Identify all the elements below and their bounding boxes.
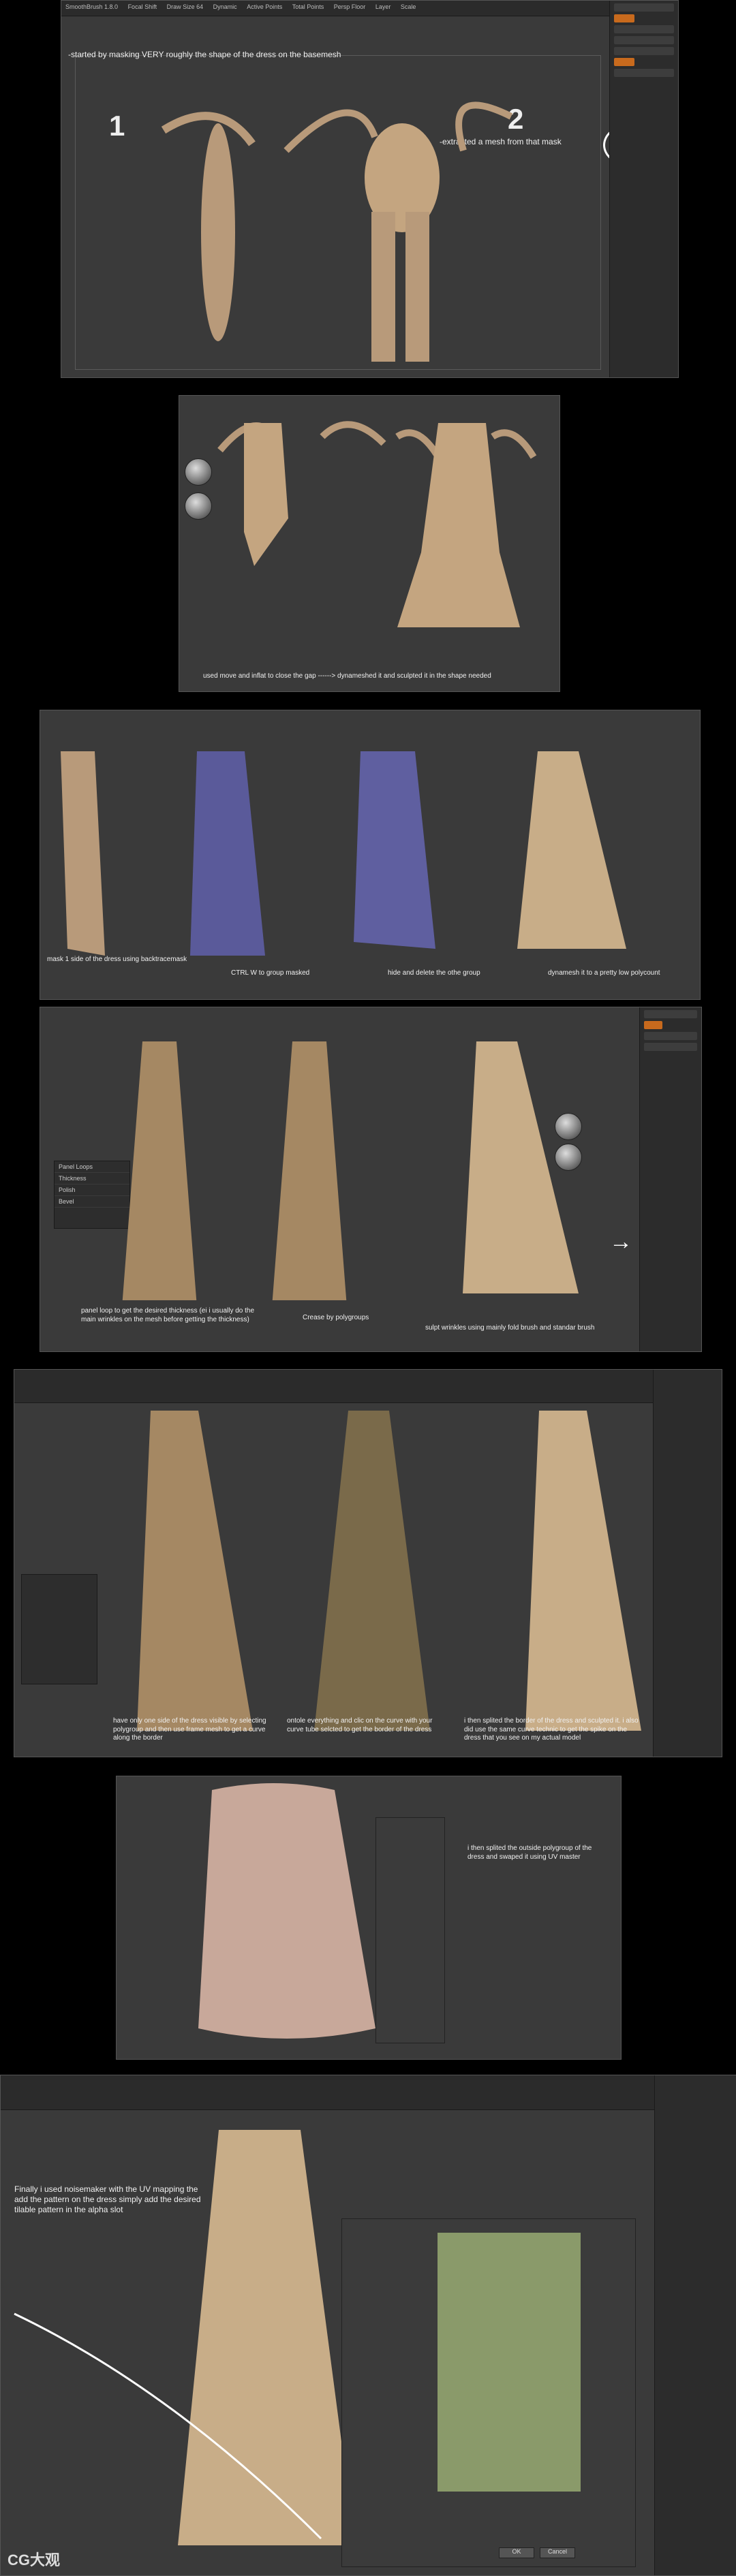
toolbar-item[interactable]: Draw Size 64: [163, 1, 208, 13]
label-hide-delete: hide and delete the othe group: [388, 969, 480, 977]
arrow-icon: →: [609, 1229, 632, 1255]
toolbar-item[interactable]: Scale: [397, 1, 420, 13]
toolbar: [14, 1370, 722, 1403]
right-sidebar: [609, 1, 678, 377]
sidebar-row[interactable]: [614, 14, 634, 22]
noisemaker-dialog[interactable]: OK Cancel: [341, 2218, 636, 2567]
fold-brush-icon[interactable]: [555, 1113, 582, 1140]
right-sidebar: [653, 1370, 722, 1757]
sidebar-row[interactable]: [614, 3, 674, 12]
cancel-button[interactable]: Cancel: [540, 2547, 575, 2558]
ok-button[interactable]: OK: [499, 2547, 534, 2558]
toolbar-item[interactable]: Focal Shift: [124, 1, 162, 13]
curve-meshes: [137, 1411, 641, 1731]
tool-palette[interactable]: [21, 1574, 97, 1684]
sidebar-row[interactable]: [614, 47, 674, 55]
toolbar-item[interactable]: Persp Floor: [330, 1, 370, 13]
panel-2-close-gap: used move and inflat to close the gap --…: [179, 395, 560, 692]
flattened-uv-mesh: [198, 1783, 375, 2039]
toolbar-item[interactable]: SmoothBrush 1.8.0: [61, 1, 122, 13]
label-mask-side: mask 1 side of the dress using backtrace…: [47, 956, 187, 963]
label-frame-mesh: have only one side of the dress visible …: [113, 1717, 266, 1742]
sidebar-row[interactable]: [644, 1021, 662, 1029]
sidebar-row[interactable]: [614, 25, 674, 33]
toolbar-item: Total Points: [292, 3, 324, 10]
watermark-logo: CG大观: [7, 2551, 61, 2569]
sidebar-row[interactable]: [644, 1043, 697, 1051]
panel-6-uv-master: i then splited the outside polygroup of …: [116, 1776, 622, 2060]
dress-meshes: [217, 421, 537, 627]
right-sidebar: [639, 1007, 701, 1351]
sidebar-row[interactable]: [614, 36, 674, 44]
toolbar-item: Active Points: [247, 3, 283, 10]
panel-7-noisemaker: Finally i used noisemaker with the UV ma…: [0, 2075, 736, 2576]
basemesh-figures: [161, 101, 513, 362]
panel-1-masking: SmoothBrush 1.8.0 Focal Shift Draw Size …: [61, 0, 679, 378]
pattern-preview: [438, 2233, 581, 2492]
sidebar-row[interactable]: [644, 1032, 697, 1040]
thickness-meshes: [122, 1041, 579, 1300]
label-curve-tube: ontole everything and clic on the curve …: [287, 1717, 433, 1733]
label-split-border: i then splited the border of the dress a…: [464, 1717, 639, 1742]
label-noisemaker: Finally i used noisemaker with the UV ma…: [14, 2184, 201, 2214]
toolbar-item[interactable]: Dynamic: [209, 1, 241, 13]
label-panel-loop: panel loop to get the desired thickness …: [81, 1307, 255, 1323]
panel-5-curves: have only one side of the dress visible …: [14, 1369, 722, 1757]
toolbar-item[interactable]: Layer: [371, 1, 395, 13]
caption-close-gap: used move and inflat to close the gap --…: [203, 672, 491, 680]
panel-4-thickness: Panel Loops Thickness Polish Bevel → pan…: [40, 1007, 702, 1352]
right-sidebar: [654, 2075, 736, 2575]
toolbar: SmoothBrush 1.8.0 Focal Shift Draw Size …: [61, 1, 678, 16]
label-ctrl-w: CTRL W to group masked: [231, 969, 310, 977]
sidebar-row[interactable]: [644, 1010, 697, 1018]
label-dynamesh: dynamesh it to a pretty low polycount: [548, 969, 660, 977]
group-meshes: [61, 751, 626, 956]
panel-3-groups: mask 1 side of the dress using backtrace…: [40, 710, 701, 1000]
sidebar-row[interactable]: [614, 69, 674, 77]
final-dress-mesh: [14, 2130, 355, 2545]
label-wrinkles: sulpt wrinkles using mainly fold brush a…: [425, 1324, 595, 1332]
standard-brush-icon[interactable]: [555, 1144, 582, 1171]
sidebar-row[interactable]: [614, 58, 634, 66]
label-uv-master: i then splited the outside polygroup of …: [467, 1844, 592, 1861]
toolbar: [1, 2075, 736, 2110]
label-crease: Crease by polygroups: [303, 1314, 369, 1321]
